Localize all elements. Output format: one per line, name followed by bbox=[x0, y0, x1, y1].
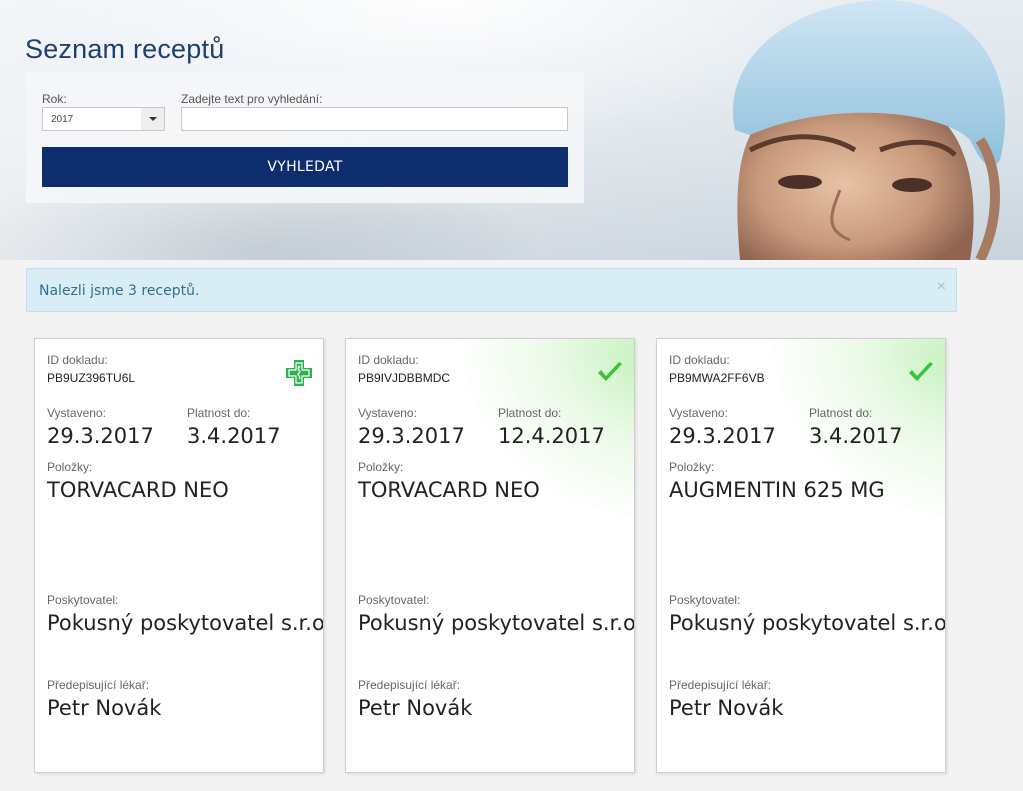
provider-label: Poskytovatel: bbox=[47, 593, 119, 607]
issued-date: 29.3.2017 bbox=[669, 424, 776, 448]
id-label: ID dokladu: bbox=[47, 353, 108, 367]
items-value: TORVACARD NEO bbox=[47, 478, 229, 502]
prescription-card[interactable]: ID dokladu: PB9MWA2FF6VB Vystaveno: Plat… bbox=[656, 338, 946, 773]
valid-until-date: 3.4.2017 bbox=[187, 424, 281, 448]
close-icon[interactable]: × bbox=[937, 279, 946, 295]
prescription-id: PB9MWA2FF6VB bbox=[669, 371, 765, 385]
pharmacy-cross-icon bbox=[286, 360, 312, 386]
id-label: ID dokladu: bbox=[669, 353, 730, 367]
valid-until-date: 12.4.2017 bbox=[498, 424, 605, 448]
doctor-value: Petr Novák bbox=[669, 696, 784, 720]
provider-value: Pokusný poskytovatel s.r.o. bbox=[47, 611, 324, 635]
year-label: Rok: bbox=[42, 92, 67, 106]
search-button[interactable]: VYHLEDAT bbox=[42, 147, 568, 187]
issued-date: 29.3.2017 bbox=[358, 424, 465, 448]
search-panel: Rok: Zadejte text pro vyhledání: 2017 VY… bbox=[26, 72, 584, 203]
prescription-card[interactable]: ID dokladu: PB9IVJDBBMDC Vystaveno: Plat… bbox=[345, 338, 635, 773]
search-input[interactable] bbox=[181, 107, 568, 131]
doctor-value: Petr Novák bbox=[47, 696, 162, 720]
provider-value: Pokusný poskytovatel s.r.o. bbox=[669, 611, 946, 635]
results-alert: Nalezli jsme 3 receptů. × bbox=[26, 268, 957, 312]
valid-until-date: 3.4.2017 bbox=[809, 424, 903, 448]
doctor-label: Předepisující lékař: bbox=[358, 678, 461, 692]
page-title: Seznam receptů bbox=[25, 34, 225, 64]
issued-label: Vystaveno: bbox=[669, 406, 728, 420]
doctor-value: Petr Novák bbox=[358, 696, 473, 720]
checkmark-icon bbox=[909, 362, 933, 381]
provider-label: Poskytovatel: bbox=[669, 593, 741, 607]
provider-label: Poskytovatel: bbox=[358, 593, 430, 607]
alert-message: Nalezli jsme 3 receptů. bbox=[39, 283, 200, 299]
doctor-label: Předepisující lékař: bbox=[669, 678, 772, 692]
items-value: TORVACARD NEO bbox=[358, 478, 540, 502]
items-label: Položky: bbox=[47, 460, 93, 474]
checkmark-icon bbox=[598, 362, 622, 381]
prescription-id: PB9IVJDBBMDC bbox=[358, 371, 451, 385]
items-label: Položky: bbox=[358, 460, 404, 474]
prescription-card[interactable]: ID dokladu: PB9UZ396TU6L Vystaveno: Plat… bbox=[34, 338, 324, 773]
valid-until-label: Platnost do: bbox=[809, 406, 873, 420]
hero-banner: Seznam receptů Rok: Zadejte text pro vyh… bbox=[0, 0, 1023, 260]
items-label: Položky: bbox=[669, 460, 715, 474]
prescription-id: PB9UZ396TU6L bbox=[47, 371, 136, 385]
provider-value: Pokusný poskytovatel s.r.o. bbox=[358, 611, 635, 635]
year-select-value: 2017 bbox=[51, 114, 74, 125]
search-text-label: Zadejte text pro vyhledání: bbox=[181, 92, 323, 106]
items-value: AUGMENTIN 625 MG bbox=[669, 478, 885, 502]
chevron-down-icon[interactable] bbox=[141, 107, 165, 131]
issued-label: Vystaveno: bbox=[358, 406, 417, 420]
doctor-label: Předepisující lékař: bbox=[47, 678, 150, 692]
valid-until-label: Platnost do: bbox=[187, 406, 251, 420]
issued-label: Vystaveno: bbox=[47, 406, 106, 420]
issued-date: 29.3.2017 bbox=[47, 424, 154, 448]
valid-until-label: Platnost do: bbox=[498, 406, 562, 420]
doctor-photo bbox=[732, 0, 1006, 260]
id-label: ID dokladu: bbox=[358, 353, 419, 367]
